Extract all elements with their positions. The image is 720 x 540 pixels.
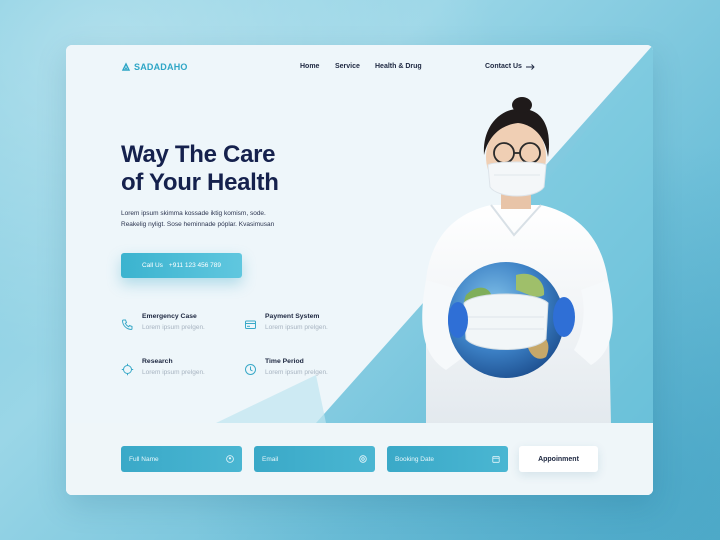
phone-icon <box>121 319 133 331</box>
feature-subtitle: Lorem ipsum prelgen. <box>265 369 328 376</box>
arrow-right-icon <box>525 63 535 70</box>
at-icon <box>359 455 367 463</box>
feature-subtitle: Lorem ipsum prelgen. <box>142 369 205 376</box>
brand-logo[interactable]: SADADAHO <box>121 62 188 72</box>
landing-card: SADADAHO Home Service Health & Drug Cont… <box>66 45 653 495</box>
booking-date-placeholder: Booking Date <box>395 455 435 463</box>
appointment-button[interactable]: Appoinment <box>519 446 598 472</box>
calendar-icon <box>492 456 500 463</box>
clock-icon <box>245 364 256 375</box>
nav-link-health-drug[interactable]: Health & Drug <box>375 63 422 70</box>
doctor-with-globe-image <box>422 97 613 425</box>
hero-title-line2: of Your Health <box>121 169 279 196</box>
brand-name: SADADAHO <box>134 62 188 72</box>
full-name-field[interactable]: Full Name <box>121 446 242 472</box>
feature-title: Payment System <box>265 313 320 320</box>
feature-subtitle: Lorem ipsum prelgen. <box>142 324 205 331</box>
contact-us-label: Contact Us <box>485 63 522 70</box>
email-placeholder: Email <box>262 455 279 463</box>
feature-payment: Payment System Lorem ipsum prelgen. <box>244 313 328 331</box>
call-us-number: +911 123 456 789 <box>168 262 222 269</box>
nav-link-service[interactable]: Service <box>335 63 360 70</box>
brand-icon <box>121 62 131 71</box>
full-name-placeholder: Full Name <box>129 455 159 463</box>
hero-desc-line2: Reakelig nyligt. Sose heminnade póplar. … <box>121 221 275 228</box>
feature-subtitle: Lorem ipsum prelgen. <box>265 324 328 331</box>
feature-title: Time Period <box>265 358 304 365</box>
email-field[interactable]: Email <box>254 446 375 472</box>
feature-time-period: Time Period Lorem ipsum prelgen. <box>244 358 328 376</box>
booking-date-field[interactable]: Booking Date <box>387 446 508 472</box>
feature-title: Emergency Case <box>142 313 197 320</box>
target-icon <box>121 363 134 376</box>
hero-title: Way The Care of Your Health <box>121 141 341 197</box>
user-icon <box>226 455 234 463</box>
hero-title-line1: Way The Care <box>121 141 276 168</box>
hero-description: Lorem ipsum skimma kossade iktig komism,… <box>121 208 321 230</box>
card-icon <box>245 320 256 329</box>
feature-research: Research Lorem ipsum prelgen. <box>121 358 205 376</box>
call-us-label: Call Us <box>141 262 163 269</box>
feature-title: Research <box>142 358 173 365</box>
call-us-button[interactable]: Call Us +911 123 456 789 <box>121 253 242 278</box>
hero-desc-line1: Lorem ipsum skimma kossade iktig komism,… <box>121 210 266 217</box>
feature-emergency: Emergency Case Lorem ipsum prelgen. <box>121 313 205 331</box>
nav-link-home[interactable]: Home <box>300 63 319 70</box>
contact-us-link[interactable]: Contact Us <box>485 63 535 70</box>
